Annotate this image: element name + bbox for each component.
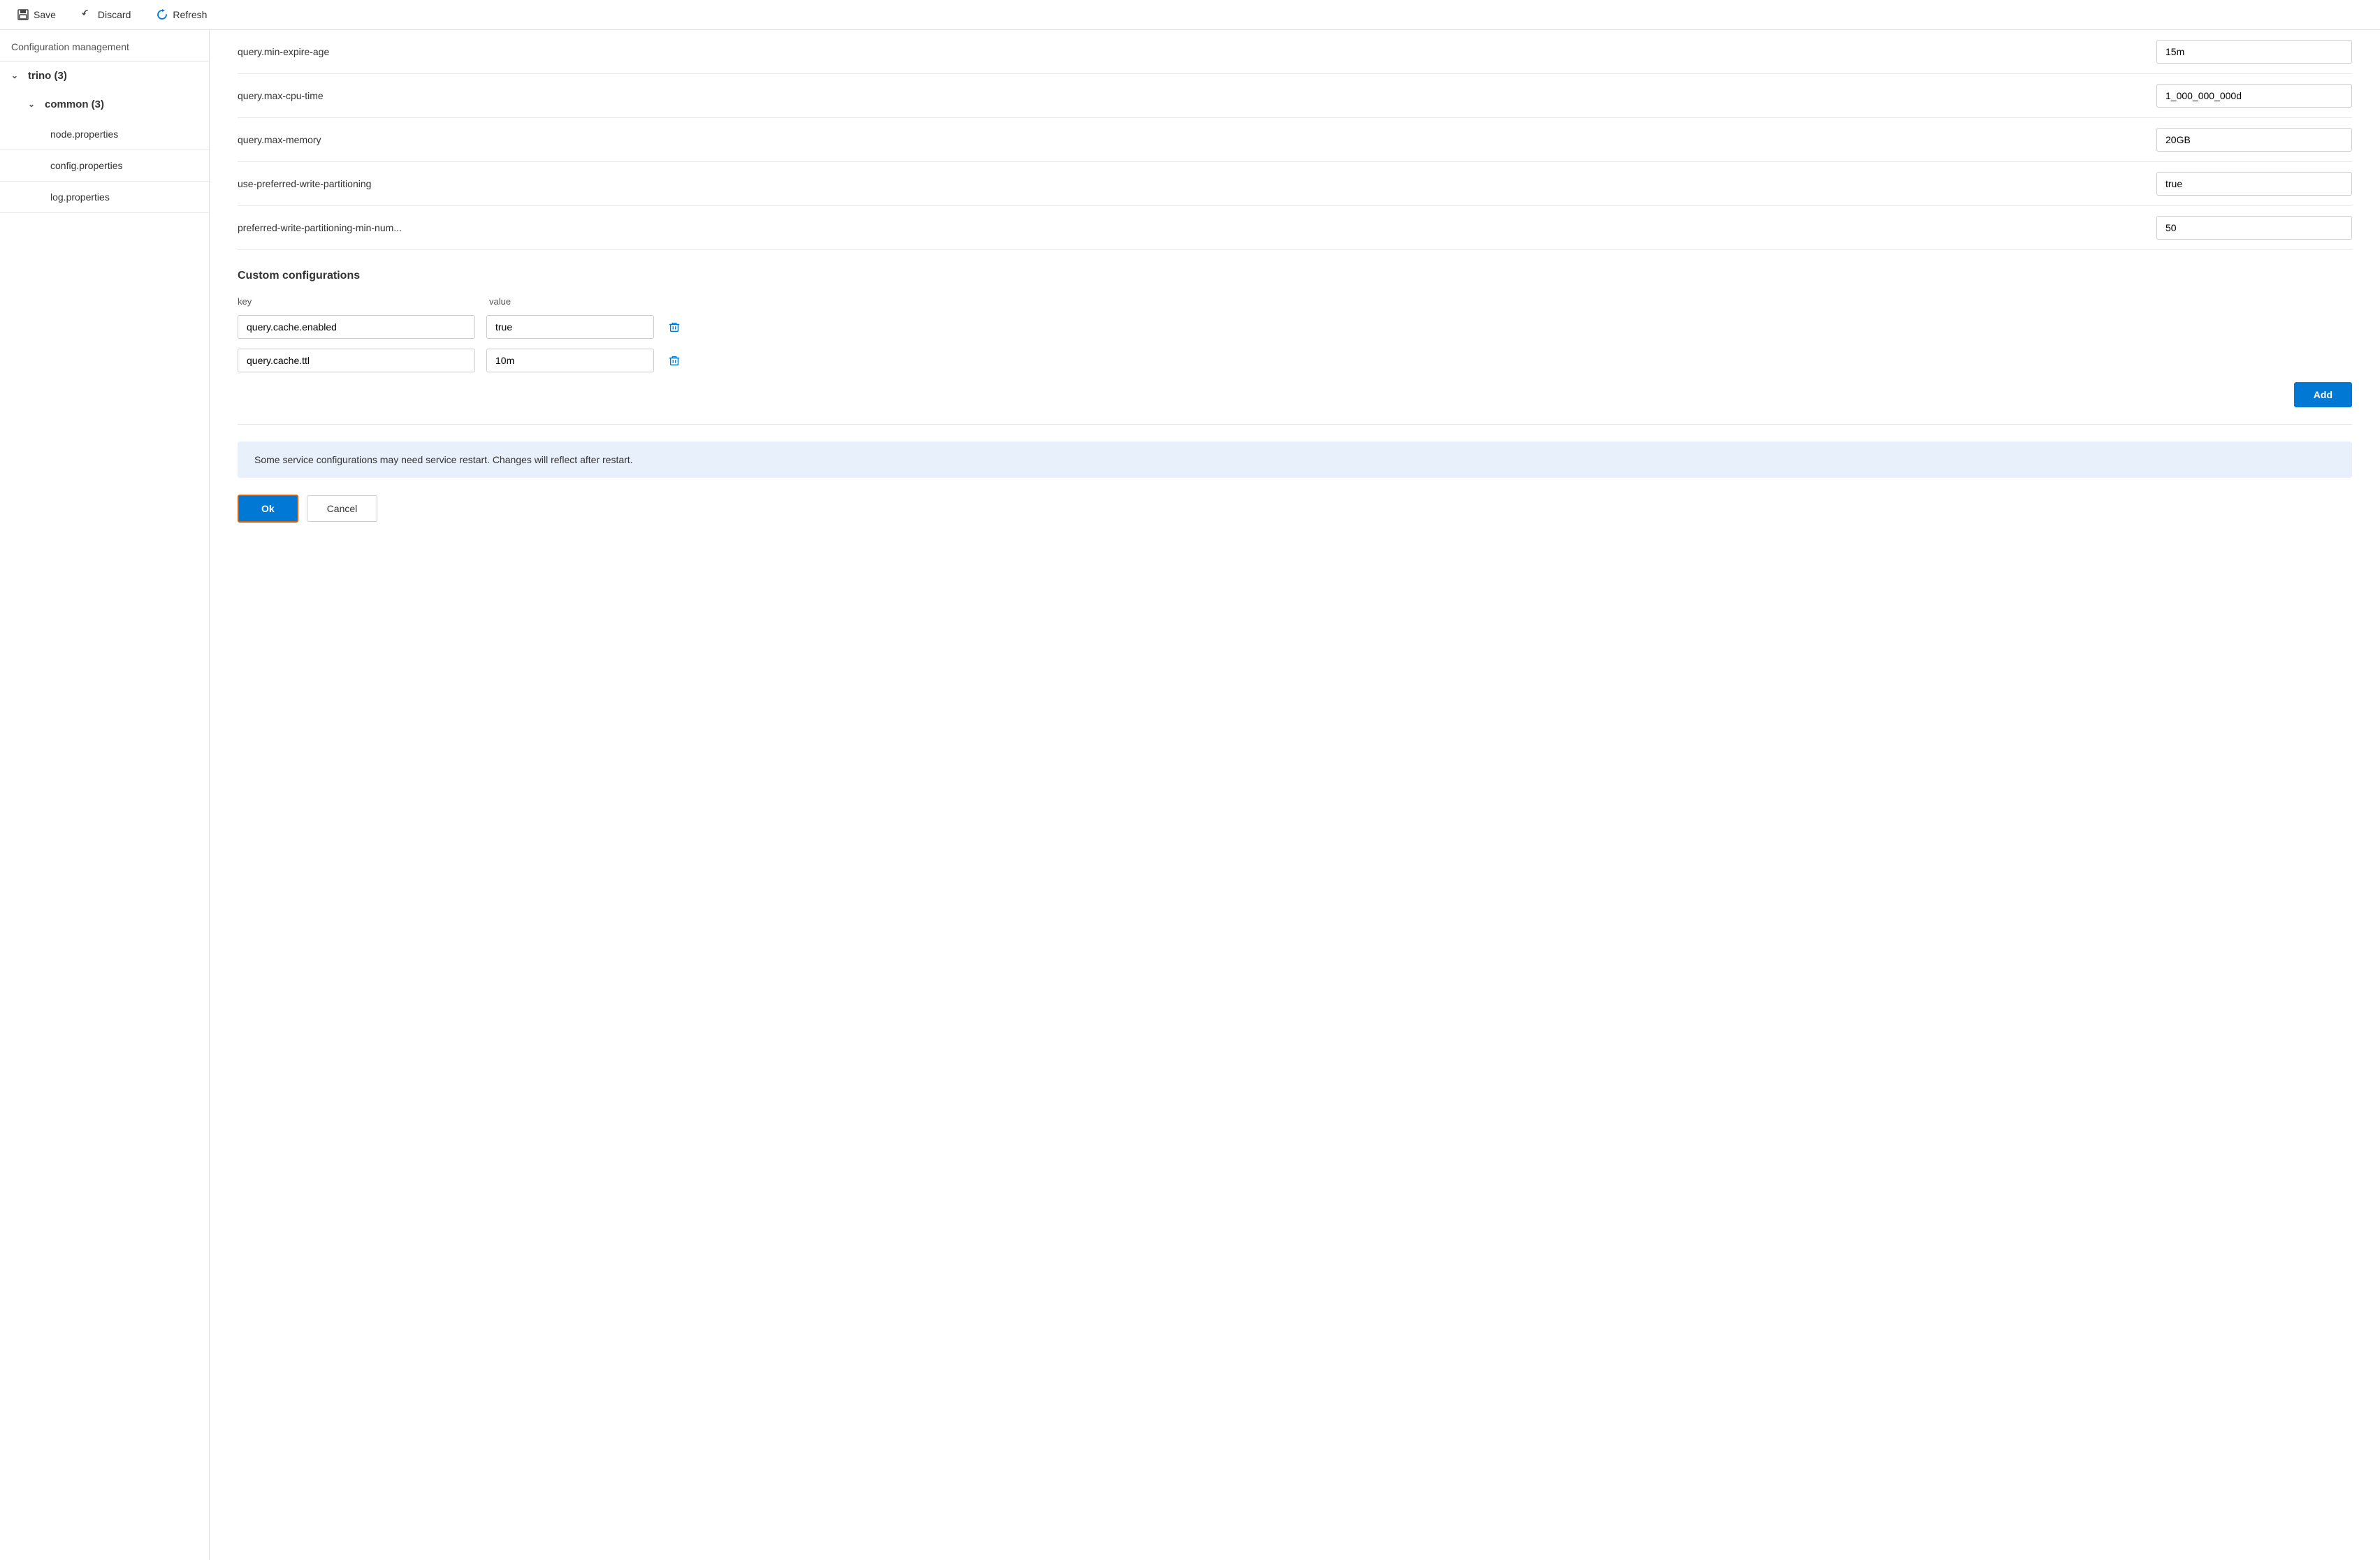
config-row-3: use-preferred-write-partitioning bbox=[238, 162, 2352, 206]
leaf-log-properties[interactable]: log.properties bbox=[0, 182, 209, 213]
config-label-1: query.max-cpu-time bbox=[238, 90, 2142, 101]
config-label-2: query.max-memory bbox=[238, 134, 2142, 145]
custom-key-input-0[interactable] bbox=[238, 315, 475, 339]
tree-child-common[interactable]: ⌄ common (3) bbox=[0, 90, 209, 119]
add-button[interactable]: Add bbox=[2294, 382, 2352, 407]
main-area: Configuration management ⌄ trino (3) ⌄ c… bbox=[0, 30, 2380, 1560]
leaf-config-properties[interactable]: config.properties bbox=[0, 150, 209, 182]
custom-config-row-0 bbox=[238, 315, 2352, 339]
config-input-0[interactable] bbox=[2156, 40, 2352, 64]
custom-value-column-label: value bbox=[489, 296, 685, 307]
trash-icon-0 bbox=[668, 321, 681, 333]
custom-key-column-label: key bbox=[238, 296, 475, 307]
chevron-down-icon-2: ⌄ bbox=[28, 99, 39, 110]
sidebar-title: Configuration management bbox=[0, 30, 209, 61]
notice-text: Some service configurations may need ser… bbox=[254, 454, 633, 465]
custom-config-row-1 bbox=[238, 349, 2352, 372]
action-row: Ok Cancel bbox=[238, 495, 2352, 523]
refresh-label: Refresh bbox=[173, 9, 207, 20]
ok-button[interactable]: Ok bbox=[238, 495, 298, 523]
toolbar: Save Discard Refresh bbox=[0, 0, 2380, 30]
config-input-3[interactable] bbox=[2156, 172, 2352, 196]
config-row-0: query.min-expire-age bbox=[238, 30, 2352, 74]
notice-box: Some service configurations may need ser… bbox=[238, 442, 2352, 478]
config-row-4: preferred-write-partitioning-min-num... bbox=[238, 206, 2352, 250]
save-label: Save bbox=[34, 9, 56, 20]
add-btn-row: Add bbox=[238, 382, 2352, 425]
trash-icon-1 bbox=[668, 354, 681, 367]
custom-section-title: Custom configurations bbox=[238, 270, 2352, 282]
tree-group: ⌄ trino (3) ⌄ common (3) node.properties… bbox=[0, 61, 209, 213]
content-panel: query.min-expire-age query.max-cpu-time … bbox=[210, 30, 2380, 1560]
config-label-4: preferred-write-partitioning-min-num... bbox=[238, 222, 2142, 233]
tree-parent-label: trino (3) bbox=[28, 70, 67, 82]
discard-icon bbox=[81, 8, 94, 21]
config-label-0: query.min-expire-age bbox=[238, 46, 2142, 57]
refresh-icon bbox=[156, 8, 168, 21]
discard-button[interactable]: Discard bbox=[75, 6, 136, 24]
save-button[interactable]: Save bbox=[11, 6, 61, 24]
custom-config-header: key value bbox=[238, 296, 2352, 307]
config-input-1[interactable] bbox=[2156, 84, 2352, 108]
leaf-node-properties[interactable]: node.properties bbox=[0, 119, 209, 150]
discard-label: Discard bbox=[98, 9, 131, 20]
custom-value-input-0[interactable] bbox=[486, 315, 654, 339]
custom-value-input-1[interactable] bbox=[486, 349, 654, 372]
cancel-button[interactable]: Cancel bbox=[307, 495, 378, 522]
config-input-2[interactable] bbox=[2156, 128, 2352, 152]
custom-key-input-1[interactable] bbox=[238, 349, 475, 372]
tree-child-label: common (3) bbox=[45, 99, 104, 110]
delete-row-1-button[interactable] bbox=[665, 351, 683, 370]
sidebar: Configuration management ⌄ trino (3) ⌄ c… bbox=[0, 30, 210, 1560]
config-row-1: query.max-cpu-time bbox=[238, 74, 2352, 118]
config-rows: query.min-expire-age query.max-cpu-time … bbox=[238, 30, 2352, 250]
config-input-4[interactable] bbox=[2156, 216, 2352, 240]
chevron-down-icon: ⌄ bbox=[11, 71, 22, 82]
config-label-3: use-preferred-write-partitioning bbox=[238, 178, 2142, 189]
delete-row-0-button[interactable] bbox=[665, 318, 683, 336]
tree-parent-trino[interactable]: ⌄ trino (3) bbox=[0, 61, 209, 90]
refresh-button[interactable]: Refresh bbox=[150, 6, 212, 24]
save-icon bbox=[17, 8, 29, 21]
config-row-2: query.max-memory bbox=[238, 118, 2352, 162]
